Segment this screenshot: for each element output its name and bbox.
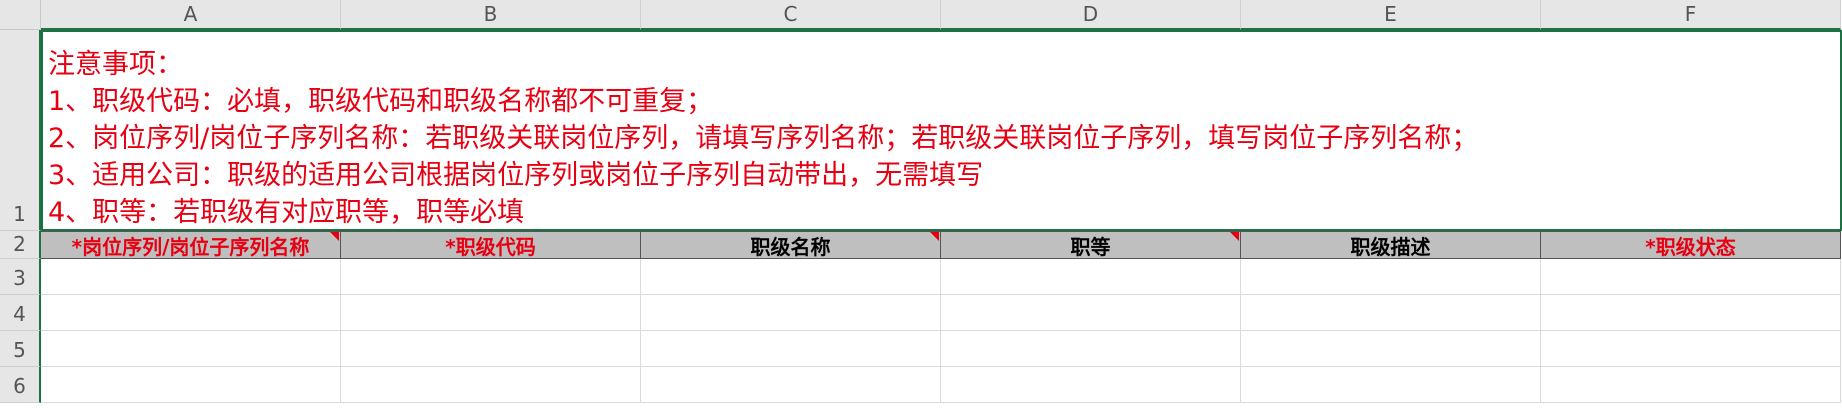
cell-e5[interactable] xyxy=(1241,331,1541,367)
header-cell-d2[interactable]: 职等 xyxy=(941,231,1241,259)
cell-f3[interactable] xyxy=(1541,259,1841,295)
cell-a4[interactable] xyxy=(41,295,341,331)
cell-d6[interactable] xyxy=(941,367,1241,403)
note-line-4: 4、职等：若职级有对应职等，职等必填 xyxy=(48,197,525,228)
notes-title: 注意事项： xyxy=(48,49,183,80)
cell-c3[interactable] xyxy=(641,259,941,295)
header-label: 职等 xyxy=(1070,234,1111,259)
cell-e3[interactable] xyxy=(1241,259,1541,295)
column-header-b[interactable]: B xyxy=(341,0,641,30)
column-header-d[interactable]: D xyxy=(941,0,1241,30)
header-label: *职级状态 xyxy=(1645,234,1736,259)
column-header-c[interactable]: C xyxy=(641,0,941,30)
comment-indicator-icon[interactable] xyxy=(1230,232,1239,241)
header-label: *职级代码 xyxy=(445,234,536,259)
note-line-2: 2、岗位序列/岗位子序列名称：若职级关联岗位序列，请填写序列名称；若职级关联岗位… xyxy=(48,123,1479,154)
header-cell-e2[interactable]: 职级描述 xyxy=(1241,231,1541,259)
comment-indicator-icon[interactable] xyxy=(930,232,939,241)
row-header-5[interactable]: 5 xyxy=(0,331,41,367)
header-cell-a2[interactable]: *岗位序列/岗位子序列名称 xyxy=(41,231,341,259)
cell-f5[interactable] xyxy=(1541,331,1841,367)
cell-f6[interactable] xyxy=(1541,367,1841,403)
header-cell-b2[interactable]: *职级代码 xyxy=(341,231,641,259)
cell-c6[interactable] xyxy=(641,367,941,403)
cell-d4[interactable] xyxy=(941,295,1241,331)
cell-e4[interactable] xyxy=(1241,295,1541,331)
header-label: 职级描述 xyxy=(1350,234,1431,259)
row-header-3[interactable]: 3 xyxy=(0,259,41,295)
note-line-1: 1、职级代码：必填，职级代码和职级名称都不可重复； xyxy=(48,86,714,117)
column-header-e[interactable]: E xyxy=(1241,0,1541,30)
row-header-4[interactable]: 4 xyxy=(0,295,41,331)
cell-a5[interactable] xyxy=(41,331,341,367)
cell-d3[interactable] xyxy=(941,259,1241,295)
cell-d5[interactable] xyxy=(941,331,1241,367)
cell-b6[interactable] xyxy=(341,367,641,403)
cell-a6[interactable] xyxy=(41,367,341,403)
cell-c4[interactable] xyxy=(641,295,941,331)
cell-f4[interactable] xyxy=(1541,295,1841,331)
cell-e6[interactable] xyxy=(1241,367,1541,403)
spreadsheet: A B C D E F 1 2 3 4 5 6 注意事项： 1、职级代码：必填，… xyxy=(0,0,1842,416)
header-cell-c2[interactable]: 职级名称 xyxy=(641,231,941,259)
row-header-2[interactable]: 2 xyxy=(0,231,41,259)
cell-b4[interactable] xyxy=(341,295,641,331)
cell-b3[interactable] xyxy=(341,259,641,295)
notes-cell[interactable]: 注意事项： 1、职级代码：必填，职级代码和职级名称都不可重复； 2、岗位序列/岗… xyxy=(41,30,1842,231)
row-header-1[interactable]: 1 xyxy=(0,30,41,231)
row-header-6[interactable]: 6 xyxy=(0,367,41,403)
cell-b5[interactable] xyxy=(341,331,641,367)
note-line-3: 3、适用公司：职级的适用公司根据岗位序列或岗位子序列自动带出，无需填写 xyxy=(48,160,984,191)
comment-indicator-icon[interactable] xyxy=(330,232,339,241)
select-all-corner[interactable] xyxy=(0,0,41,30)
header-cell-f2[interactable]: *职级状态 xyxy=(1541,231,1841,259)
cell-c5[interactable] xyxy=(641,331,941,367)
cell-a3[interactable] xyxy=(41,259,341,295)
column-header-f[interactable]: F xyxy=(1541,0,1841,30)
column-header-a[interactable]: A xyxy=(41,0,341,30)
header-label: *岗位序列/岗位子序列名称 xyxy=(71,234,310,259)
header-label: 职级名称 xyxy=(750,234,831,259)
